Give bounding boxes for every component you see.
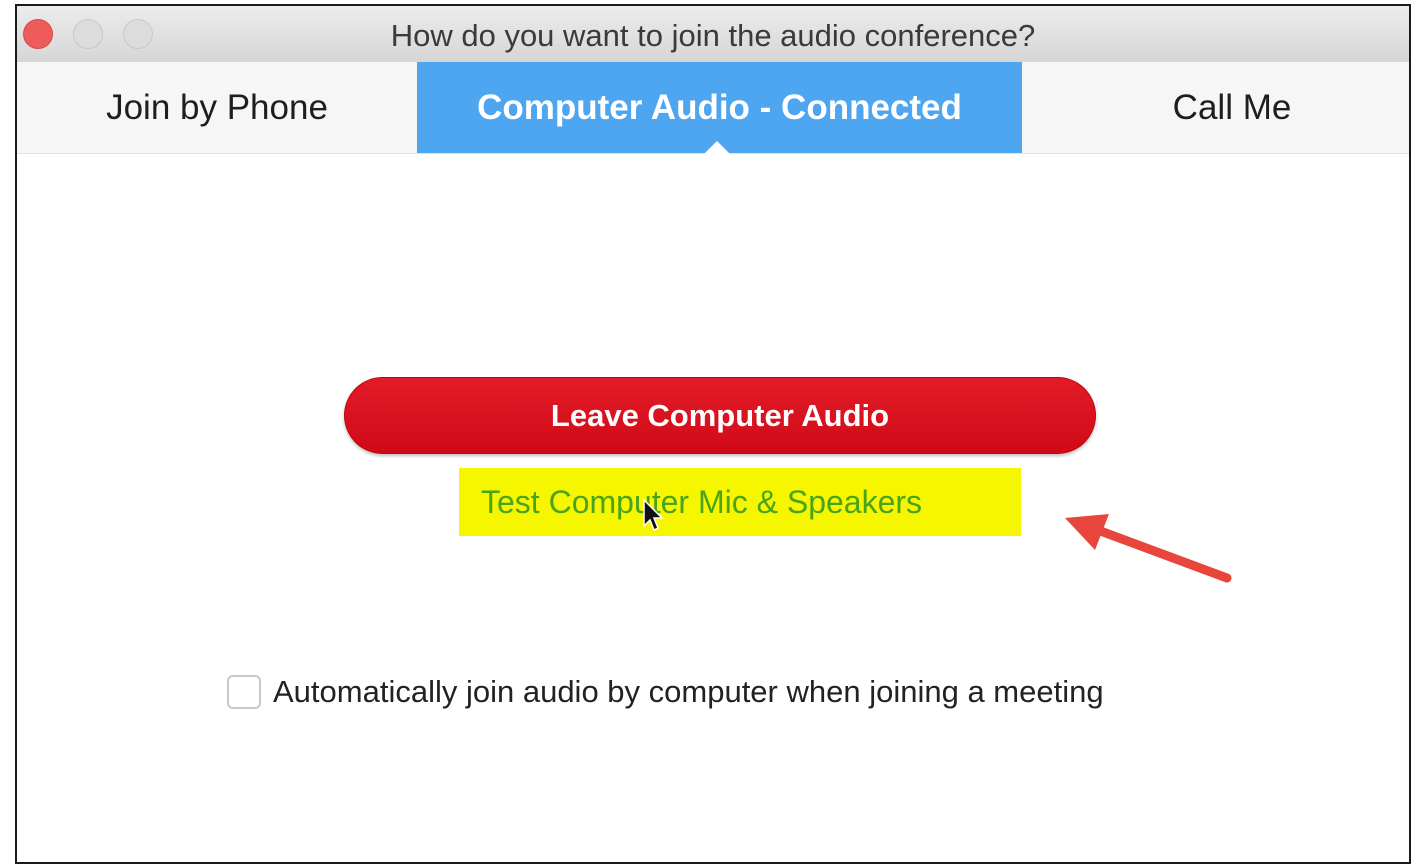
- auto-join-checkbox[interactable]: [227, 675, 261, 709]
- tab-label: Computer Audio - Connected: [477, 87, 962, 127]
- tab-join-by-phone[interactable]: Join by Phone: [17, 62, 417, 153]
- tab-computer-audio[interactable]: Computer Audio - Connected: [417, 62, 1022, 153]
- window-title-text: How do you want to join the audio confer…: [390, 18, 1036, 53]
- red-arrow-icon: [1065, 514, 1232, 583]
- mouse-pointer-icon: [643, 498, 664, 532]
- tab-label: Join by Phone: [106, 87, 328, 127]
- auto-join-label: Automatically join audio by computer whe…: [273, 674, 1104, 709]
- leave-button-label: Leave Computer Audio: [550, 397, 890, 433]
- test-mic-speakers-link[interactable]: Test Computer Mic & Speakers: [481, 484, 922, 521]
- auto-join-option: Automatically join audio by computer whe…: [227, 674, 1104, 710]
- tab-label: Call Me: [1172, 87, 1292, 127]
- audio-dialog-window: How do you want to join the audio confer…: [15, 4, 1411, 864]
- test-mic-speakers-link-highlight[interactable]: Test Computer Mic & Speakers: [459, 468, 1021, 536]
- title-bar: How do you want to join the audio confer…: [17, 6, 1409, 63]
- window-title: How do you want to join the audio confer…: [17, 18, 1409, 54]
- tab-call-me[interactable]: Call Me: [1022, 62, 1409, 153]
- leave-computer-audio-button[interactable]: Leave Computer Audio: [344, 377, 1096, 454]
- selected-tab-indicator: [704, 141, 730, 154]
